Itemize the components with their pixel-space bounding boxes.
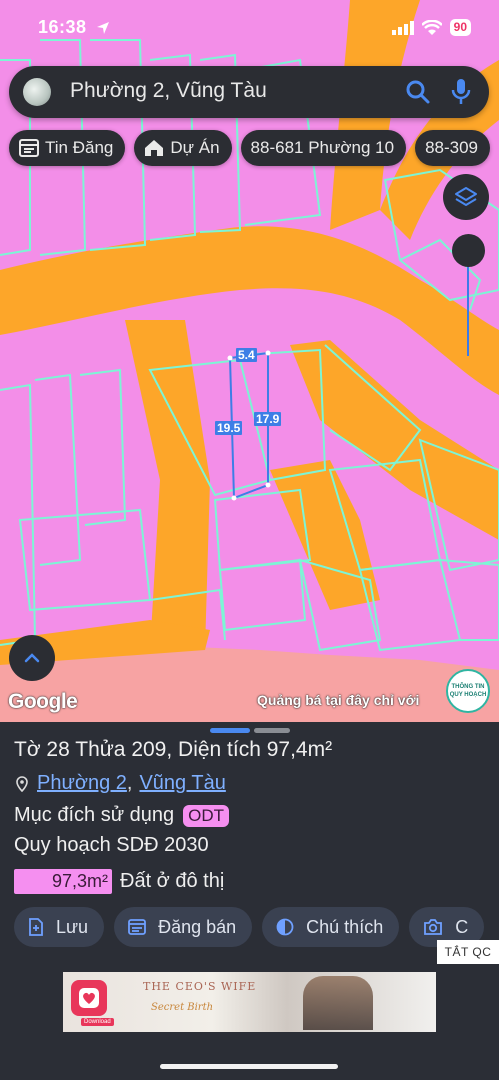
chip-du-an[interactable]: Dự Án — [134, 130, 232, 166]
ad-image — [303, 976, 373, 1030]
ad-subtitle: Secret Birth — [151, 1002, 214, 1013]
save-button-label: Lưu — [56, 916, 89, 937]
parcel-info-panel: Tờ 28 Thửa 209, Diện tích 97,4m² Phường … — [0, 722, 499, 1080]
location-arrow-icon — [97, 22, 109, 34]
heart-icon — [79, 988, 99, 1008]
filter-chips: Tin Đăng Dự Án 88-681 Phường 10 88-309 — [9, 130, 491, 166]
search-input[interactable]: Phường 2, Vũng Tàu — [70, 79, 267, 103]
badge-line2: QUY HOẠCH — [449, 692, 487, 698]
chevron-up-icon — [24, 653, 40, 663]
save-plus-icon — [29, 918, 43, 936]
home-indicator[interactable] — [160, 1064, 338, 1069]
ad-banner[interactable]: Download THE CEO'S WIFE Secret Birth — [63, 972, 436, 1032]
measure-left-label: 19.5 — [215, 421, 243, 435]
legend-button[interactable]: Chú thích — [262, 907, 400, 947]
parcel-location: Phường 2 , Vũng Tàu — [16, 772, 226, 795]
save-button[interactable]: Lưu — [14, 907, 105, 947]
google-logo: Google — [8, 690, 78, 713]
chip-label: Tin Đăng — [45, 138, 114, 157]
cellular-signal-icon — [391, 20, 414, 35]
chip-tin-dang[interactable]: Tin Đăng — [9, 130, 126, 166]
map-view[interactable]: 5.4 19.5 17.9 16:38 90 Phường 2, Vũng Tà… — [0, 0, 499, 722]
camera-label: C — [455, 916, 469, 937]
planning-info-badge[interactable]: THÔNG TIN QUY HOẠCH — [446, 669, 490, 713]
microphone-icon[interactable] — [451, 78, 471, 106]
area-value-bar: 97,3m² — [14, 869, 112, 894]
panel-drag-handle[interactable] — [210, 728, 250, 733]
ad-app-icon — [71, 980, 107, 1016]
post-sale-label: Đăng bán — [158, 916, 237, 937]
avatar[interactable] — [23, 78, 51, 106]
planning-label: Quy hoạch SDĐ 2030 — [14, 834, 209, 856]
listing-icon — [19, 139, 39, 157]
opacity-slider-track[interactable] — [467, 252, 469, 356]
listing-icon — [128, 919, 146, 935]
post-sale-button[interactable]: Đăng bán — [114, 907, 253, 947]
search-icon[interactable] — [405, 79, 431, 105]
land-area-row: 97,3m² Đất ở đô thị — [14, 869, 224, 894]
ad-download-label: Download — [81, 1018, 114, 1026]
expand-up-button[interactable] — [9, 635, 55, 681]
house-icon — [145, 140, 164, 156]
chip-label: Dự Án — [170, 138, 220, 157]
search-bar[interactable]: Phường 2, Vũng Tàu — [9, 66, 489, 118]
opacity-slider-handle[interactable] — [452, 234, 485, 267]
close-ads-button[interactable]: TẮT QC — [437, 940, 499, 964]
layers-button[interactable] — [443, 174, 489, 220]
camera-icon — [424, 919, 443, 935]
purpose-code-badge: ODT — [183, 804, 230, 827]
ad-title: THE CEO'S WIFE — [143, 980, 257, 993]
ward-link[interactable]: Phường 2 — [37, 772, 127, 795]
land-use-purpose: Mục đích sử dụng ODT — [14, 804, 230, 827]
chip-label: 88-681 Phường 10 — [250, 138, 395, 157]
measure-right-label: 17.9 — [254, 412, 282, 426]
measure-top-label: 5.4 — [236, 348, 257, 362]
panel-page-indicator[interactable] — [254, 728, 290, 733]
parcel-title: Tờ 28 Thửa 209, Diện tích 97,4m² — [14, 738, 333, 761]
location-separator: , — [126, 772, 133, 794]
status-time: 16:38 — [38, 17, 87, 37]
legend-label: Chú thích — [306, 916, 384, 937]
battery-indicator: 90 — [449, 19, 471, 36]
chip-label: 88-309 — [425, 138, 479, 157]
layers-icon — [455, 187, 477, 206]
chip-recent-parcel[interactable]: 88-681 Phường 10 — [240, 130, 407, 166]
contrast-icon — [276, 918, 294, 936]
location-pin-icon — [16, 775, 28, 792]
wifi-icon — [421, 20, 442, 35]
status-bar: 16:38 90 — [0, 0, 499, 58]
chip-recent-parcel[interactable]: 88-309 — [415, 130, 491, 166]
action-buttons: Lưu Đăng bán Chú thích C — [14, 907, 485, 947]
area-type-label: Đất ở đô thị — [120, 870, 225, 892]
badge-line1: THÔNG TIN — [451, 684, 485, 690]
promo-text[interactable]: Quảng bá tại đây chỉ với — [257, 692, 419, 708]
purpose-label: Mục đích sử dụng — [14, 804, 175, 826]
city-link[interactable]: Vũng Tàu — [139, 772, 225, 795]
